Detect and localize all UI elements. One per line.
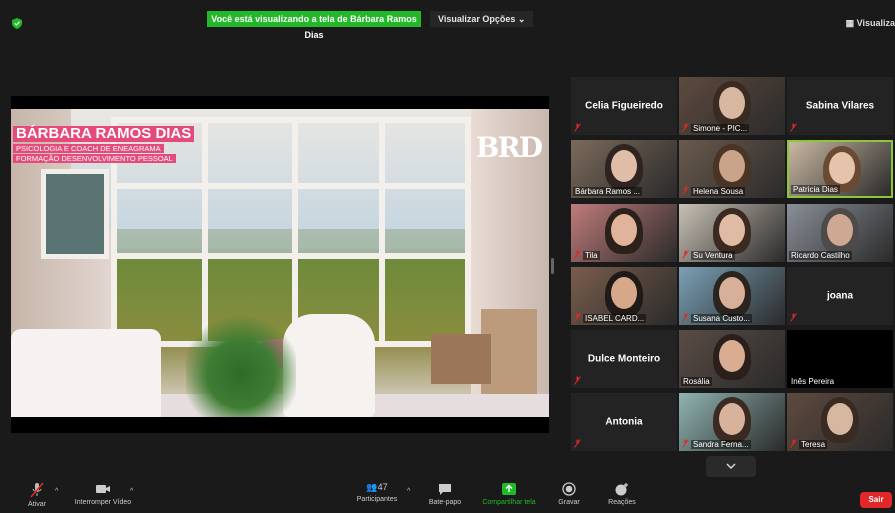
- participant-name: Bárbara Ramos ...: [573, 187, 642, 196]
- participants-count: 47: [377, 482, 388, 492]
- participant-tile[interactable]: Rosália: [679, 330, 785, 388]
- muted-mic-icon: [574, 376, 581, 385]
- participant-name: joana: [826, 290, 854, 302]
- chat-label: Bate-papo: [428, 499, 462, 506]
- participant-name: Antonia: [605, 416, 643, 428]
- participant-name: Dulce Monteiro: [587, 353, 661, 365]
- participant-name: Rosália: [681, 377, 712, 386]
- muted-mic-icon: [574, 250, 581, 259]
- participants-label: Participantes: [356, 496, 398, 503]
- reactions-button[interactable]: Reações: [605, 478, 639, 506]
- sofa: [11, 329, 161, 417]
- view-mode-button[interactable]: ▦ Visualiza: [846, 18, 895, 29]
- participant-tile[interactable]: Simone - PIC...: [679, 77, 785, 135]
- view-options-button[interactable]: Visualizar Opções ⌄: [430, 11, 534, 27]
- participant-name: Su Ventura: [691, 251, 735, 260]
- mic-options-caret[interactable]: ^: [55, 488, 58, 495]
- participant-tile[interactable]: ISABEL CARD...: [571, 267, 677, 325]
- share-screen-label: Compartilhar tela: [482, 499, 536, 506]
- people-icon: 👥: [366, 482, 378, 492]
- participant-name: Sandra Ferna...: [691, 440, 751, 449]
- participant-tile[interactable]: Celia Figueiredo: [571, 77, 677, 135]
- participant-name: Ricardo Castilho: [789, 251, 852, 260]
- muted-mic-icon: [574, 123, 581, 132]
- participant-tile[interactable]: Sandra Ferna...: [679, 393, 785, 451]
- brand-subtitle-2: FORMAÇÃO DESENVOLVIMENTO PESSOAL: [13, 154, 176, 163]
- stop-video-button[interactable]: Interromper Vídeo: [70, 478, 136, 506]
- muted-mic-icon: [790, 439, 797, 448]
- armchair: [283, 314, 375, 417]
- participant-tile[interactable]: joana: [787, 267, 893, 325]
- grid-icon: ▦: [845, 18, 855, 28]
- leave-meeting-button[interactable]: Sair: [860, 492, 892, 508]
- brand-logo: BRD: [475, 131, 543, 164]
- participant-tile[interactable]: Helena Sousa: [679, 140, 785, 198]
- record-button[interactable]: Gravar: [553, 478, 585, 506]
- shared-screen[interactable]: BÁRBARA RAMOS DIAS PSICOLOGIA E COACH DE…: [11, 96, 549, 433]
- muted-mic-icon: [682, 313, 689, 322]
- chat-button[interactable]: Bate-papo: [425, 478, 465, 506]
- unmute-label: Ativar: [28, 501, 46, 508]
- muted-mic-icon: [682, 250, 689, 259]
- record-label: Gravar: [558, 499, 580, 506]
- video-options-caret[interactable]: ^: [130, 488, 133, 495]
- participant-name: Inês Pereira: [789, 377, 837, 386]
- participant-name: Simone - PIC...: [691, 124, 750, 133]
- participant-tile[interactable]: Patricia Dias: [787, 140, 893, 198]
- plant: [186, 309, 296, 417]
- participant-name: Celia Figueiredo: [585, 100, 663, 112]
- participant-tile[interactable]: Bárbara Ramos ...: [571, 140, 677, 198]
- view-mode-label: Visualiza: [856, 18, 895, 28]
- unmute-button[interactable]: Ativar: [20, 478, 54, 508]
- share-screen-button[interactable]: Compartilhar tela: [474, 478, 544, 506]
- muted-mic-icon: [790, 313, 797, 322]
- brand-subtitle-1: PSICOLOGIA E COACH DE ENEAGRAMA: [13, 144, 164, 153]
- reactions-label: Reações: [608, 499, 636, 506]
- participant-tile[interactable]: Dulce Monteiro: [571, 330, 677, 388]
- shield-icon[interactable]: [12, 18, 22, 29]
- shared-screen-image: BÁRBARA RAMOS DIAS PSICOLOGIA E COACH DE…: [11, 109, 549, 417]
- chat-bubble-icon: [439, 484, 451, 495]
- microphone-muted-icon: [30, 482, 44, 498]
- record-icon: [562, 482, 576, 496]
- muted-mic-icon: [682, 186, 689, 195]
- stop-video-label: Interromper Vídeo: [74, 499, 132, 506]
- participant-name: Teresa: [799, 440, 828, 449]
- participants-options-caret[interactable]: ^: [407, 488, 410, 495]
- emoji-plus-icon: [615, 483, 628, 496]
- participant-name: Tila: [583, 251, 600, 260]
- participant-tile[interactable]: Sabina Vilares: [787, 77, 893, 135]
- participants-button[interactable]: 👥47 Participantes: [352, 478, 402, 503]
- muted-mic-icon: [790, 123, 797, 132]
- next-page-button[interactable]: [706, 456, 756, 477]
- splitter-handle[interactable]: [551, 258, 554, 274]
- participant-name: ISABEL CARD...: [583, 314, 647, 323]
- screen-share-banner: Você está visualizando a tela de Bárbara…: [207, 11, 421, 40]
- brand-title: BÁRBARA RAMOS DIAS: [13, 126, 195, 142]
- chevron-down-icon: [726, 463, 736, 469]
- participant-name: Susana Custo...: [691, 314, 752, 323]
- muted-mic-icon: [574, 439, 581, 448]
- participant-tile[interactable]: Teresa: [787, 393, 893, 451]
- participant-tile[interactable]: Tila: [571, 204, 677, 262]
- muted-mic-icon: [574, 313, 581, 322]
- muted-mic-icon: [682, 123, 689, 132]
- participant-name: Helena Sousa: [691, 187, 746, 196]
- participant-name: Sabina Vilares: [805, 100, 875, 112]
- participant-tile[interactable]: Ricardo Castilho: [787, 204, 893, 262]
- participant-tile[interactable]: Su Ventura: [679, 204, 785, 262]
- video-camera-icon: [96, 485, 110, 493]
- participant-tile[interactable]: Inês Pereira: [787, 330, 893, 388]
- participant-name: Patricia Dias: [791, 185, 840, 194]
- participant-tile[interactable]: Susana Custo...: [679, 267, 785, 325]
- participant-tile[interactable]: Antonia: [571, 393, 677, 451]
- muted-mic-icon: [682, 439, 689, 448]
- share-screen-icon: [502, 483, 516, 495]
